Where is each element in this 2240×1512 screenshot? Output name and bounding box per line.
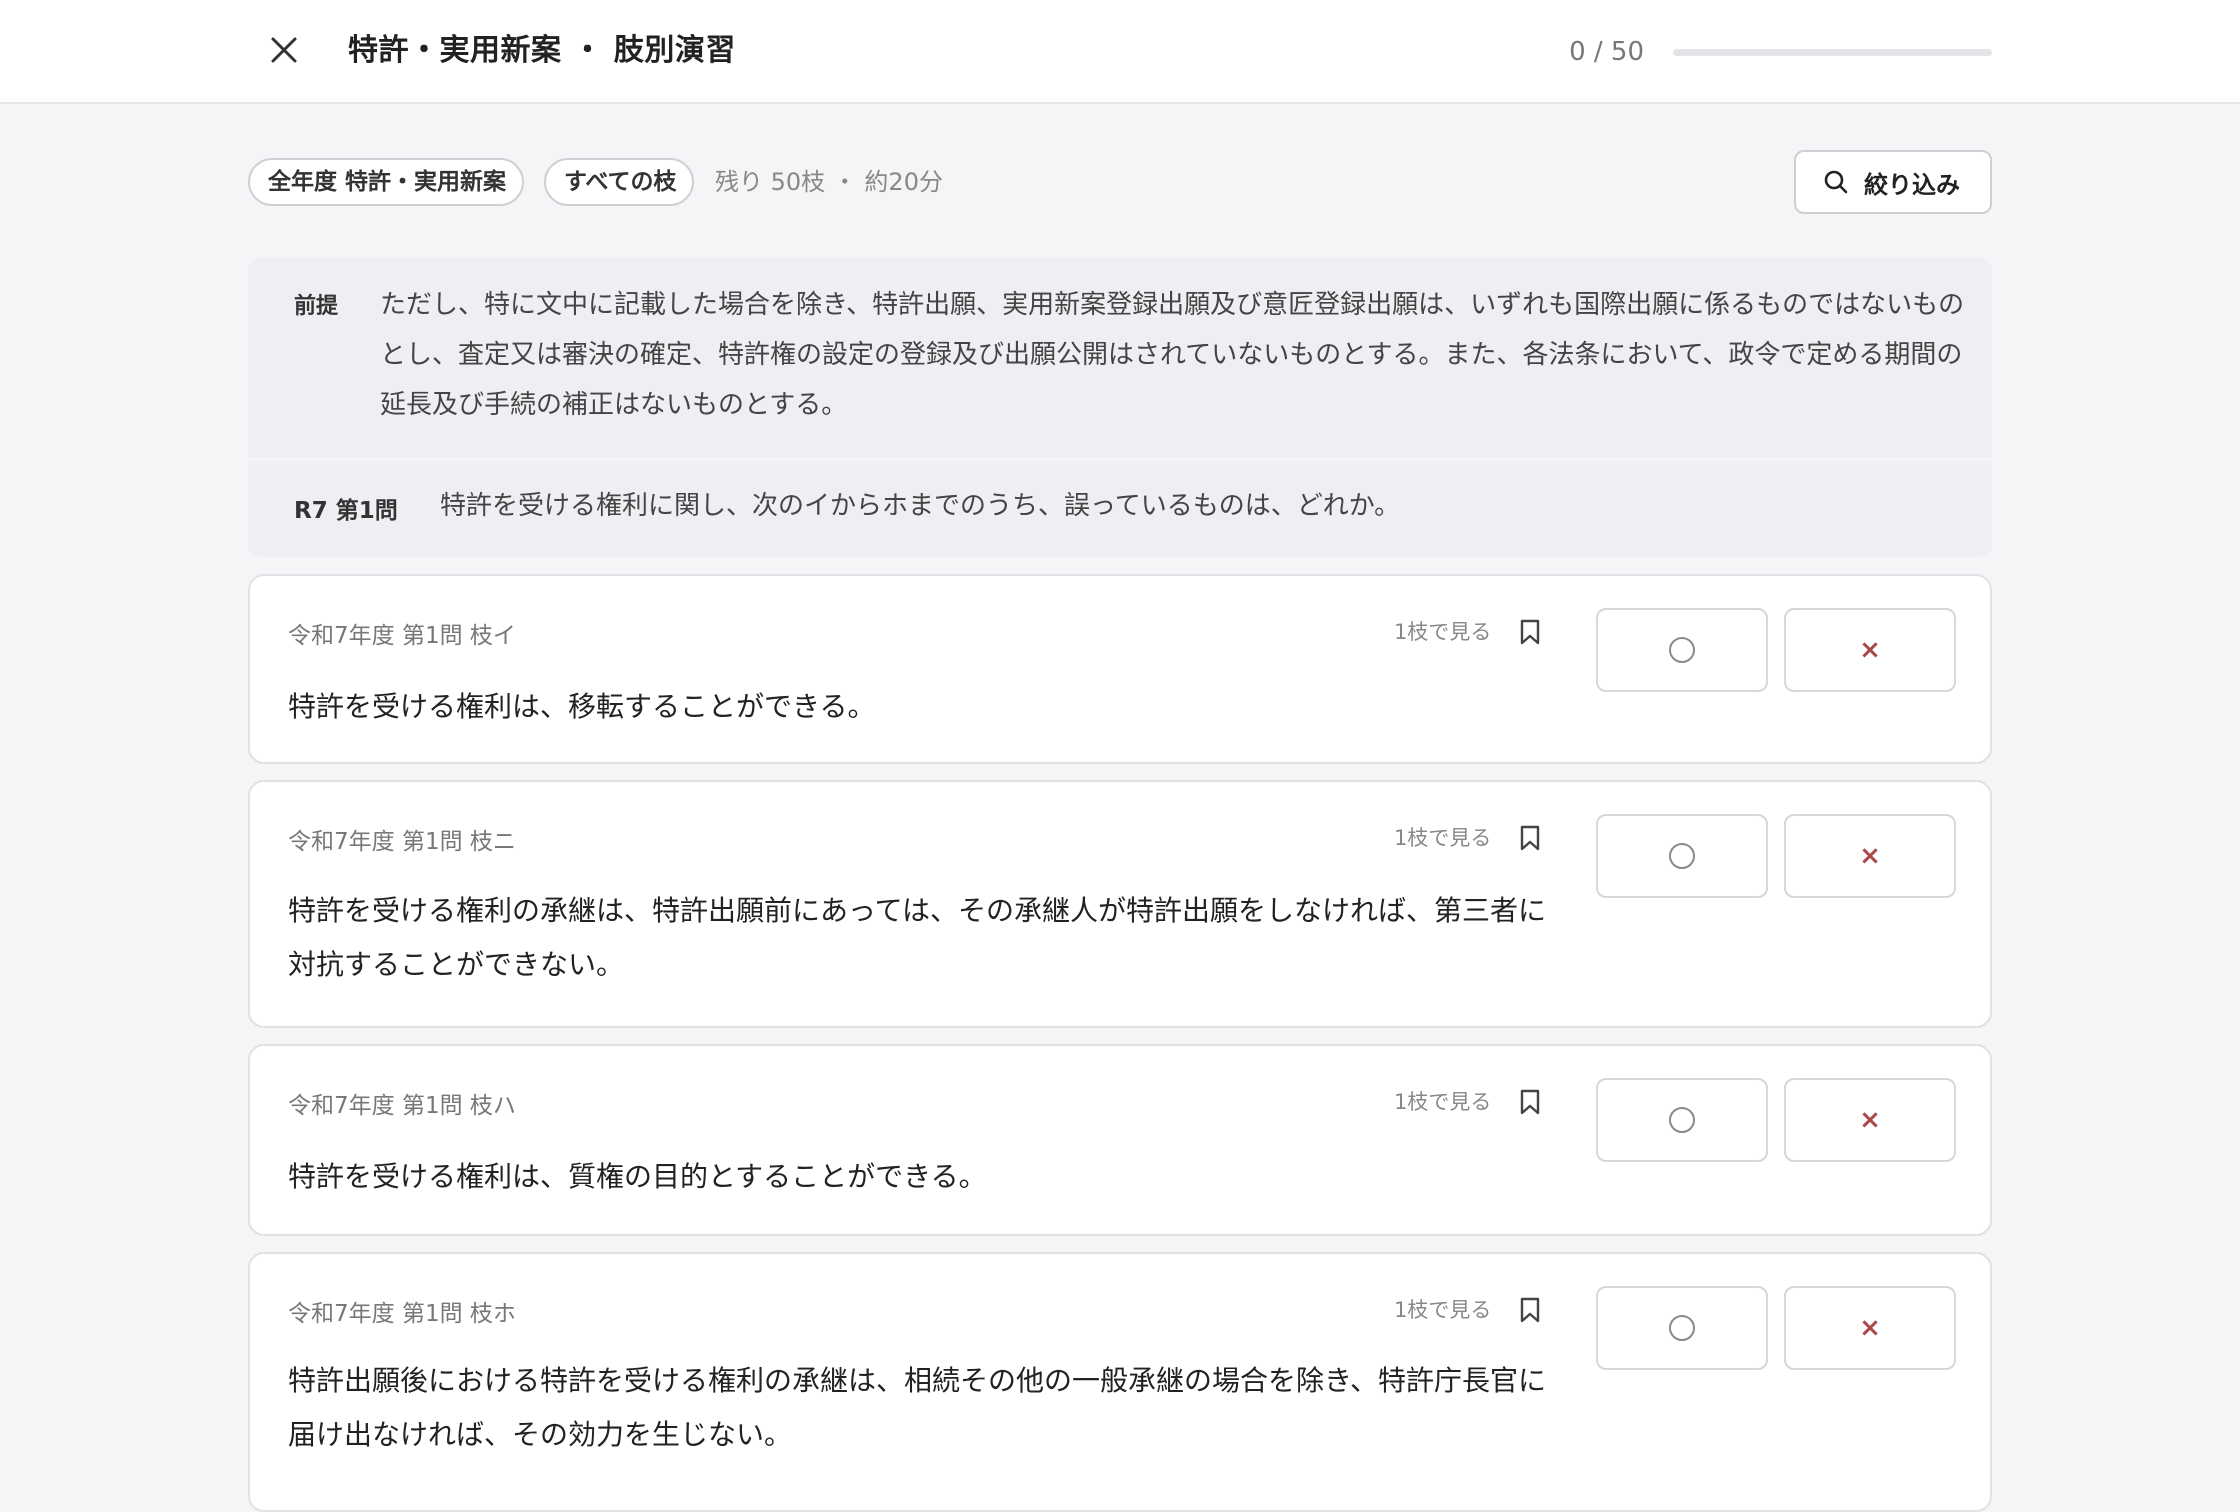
remaining-count: 残り 50枝 ・ 約20分 [715,168,943,196]
answer-incorrect-button[interactable]: × [1784,814,1956,898]
bookmark-button[interactable] [1512,612,1548,652]
answer-incorrect-button[interactable]: × [1784,1078,1956,1162]
question-text: 特許を受ける権利に関し、次のイからホまでのうち、誤っているものは、どれか。 [440,491,1401,521]
answer-correct-button[interactable] [1596,1078,1768,1162]
progress-bar [1673,49,1992,56]
question-tag: R7 第1問 [294,498,398,524]
branch-statement: 特許を受ける権利は、移転することができる。 [288,690,876,723]
branch-card: 令和7年度 第1問 枝イ 1枝で見る 特許を受ける権利は、移転することができる。… [248,574,1992,764]
bookmark-button[interactable] [1512,1082,1548,1122]
answer-correct-button[interactable] [1596,814,1768,898]
cross-mark-icon: × [1859,1313,1881,1343]
branch-card: 令和7年度 第1問 枝ホ 1枝で見る 特許出願後における特許を受ける権利の承継は… [248,1252,1992,1512]
branch-statement: 特許を受ける権利の承継は、特許出願前にあっては、その承継人が特許出願をしなければ… [288,894,1547,981]
view-single-branch-link[interactable]: 1枝で見る [1394,1086,1491,1116]
cross-mark-icon: × [1859,1105,1881,1135]
cross-mark-icon: × [1859,841,1881,871]
branch-meta: 令和7年度 第1問 枝ニ [288,829,516,855]
circle-mark-icon [1669,843,1695,869]
view-single-branch-link[interactable]: 1枝で見る [1394,1294,1491,1324]
close-icon [271,37,297,63]
top-bar: 特許・実用新案 ・ 肢別演習 0 / 50 [0,0,2240,104]
question-box: R7 第1問 特許を受ける権利に関し、次のイからホまでのうち、誤っているものは、… [248,461,1992,557]
bookmark-icon [1520,825,1540,851]
premise-tag: 前提 [294,294,339,319]
filter-button-label: 絞り込み [1864,170,1960,199]
progress-counter: 0 / 50 [1569,37,1644,67]
answer-incorrect-button[interactable]: × [1784,608,1956,692]
search-icon [1824,170,1848,194]
branch-filter-chip[interactable]: すべての枝 [544,158,694,206]
bookmark-icon [1520,619,1540,645]
close-button[interactable] [262,28,306,72]
view-single-branch-link[interactable]: 1枝で見る [1394,616,1491,646]
premise-box: 前提 ただし、特に文中に記載した場合を除き、特許出願、実用新案登録出願及び意匠登… [248,258,1992,458]
bookmark-icon [1520,1089,1540,1115]
view-single-branch-link[interactable]: 1枝で見る [1394,822,1491,852]
branch-meta: 令和7年度 第1問 枝ホ [288,1301,516,1327]
answer-correct-button[interactable] [1596,1286,1768,1370]
branch-statement: 特許を受ける権利は、質権の目的とすることができる。 [288,1160,987,1193]
page-title: 特許・実用新案 ・ 肢別演習 [348,33,736,68]
answer-incorrect-button[interactable]: × [1784,1286,1956,1370]
branch-card: 令和7年度 第1問 枝ニ 1枝で見る 特許を受ける権利の承継は、特許出願前にあっ… [248,780,1992,1028]
circle-mark-icon [1669,637,1695,663]
year-filter-chip[interactable]: 全年度 特許・実用新案 [248,158,524,206]
bookmark-button[interactable] [1512,1290,1548,1330]
bookmark-icon [1520,1297,1540,1323]
branch-statement: 特許出願後における特許を受ける権利の承継は、相続その他の一般承継の場合を除き、特… [288,1364,1547,1451]
branch-card: 令和7年度 第1問 枝ハ 1枝で見る 特許を受ける権利は、質権の目的とすることが… [248,1044,1992,1236]
filter-button[interactable]: 絞り込み [1794,150,1992,214]
branch-meta: 令和7年度 第1問 枝ハ [288,1093,516,1119]
cross-mark-icon: × [1859,635,1881,665]
bookmark-button[interactable] [1512,818,1548,858]
premise-text: ただし、特に文中に記載した場合を除き、特許出願、実用新案登録出願及び意匠登録出願… [380,290,1965,420]
circle-mark-icon [1669,1107,1695,1133]
answer-correct-button[interactable] [1596,608,1768,692]
circle-mark-icon [1669,1315,1695,1341]
branch-meta: 令和7年度 第1問 枝イ [288,623,516,649]
